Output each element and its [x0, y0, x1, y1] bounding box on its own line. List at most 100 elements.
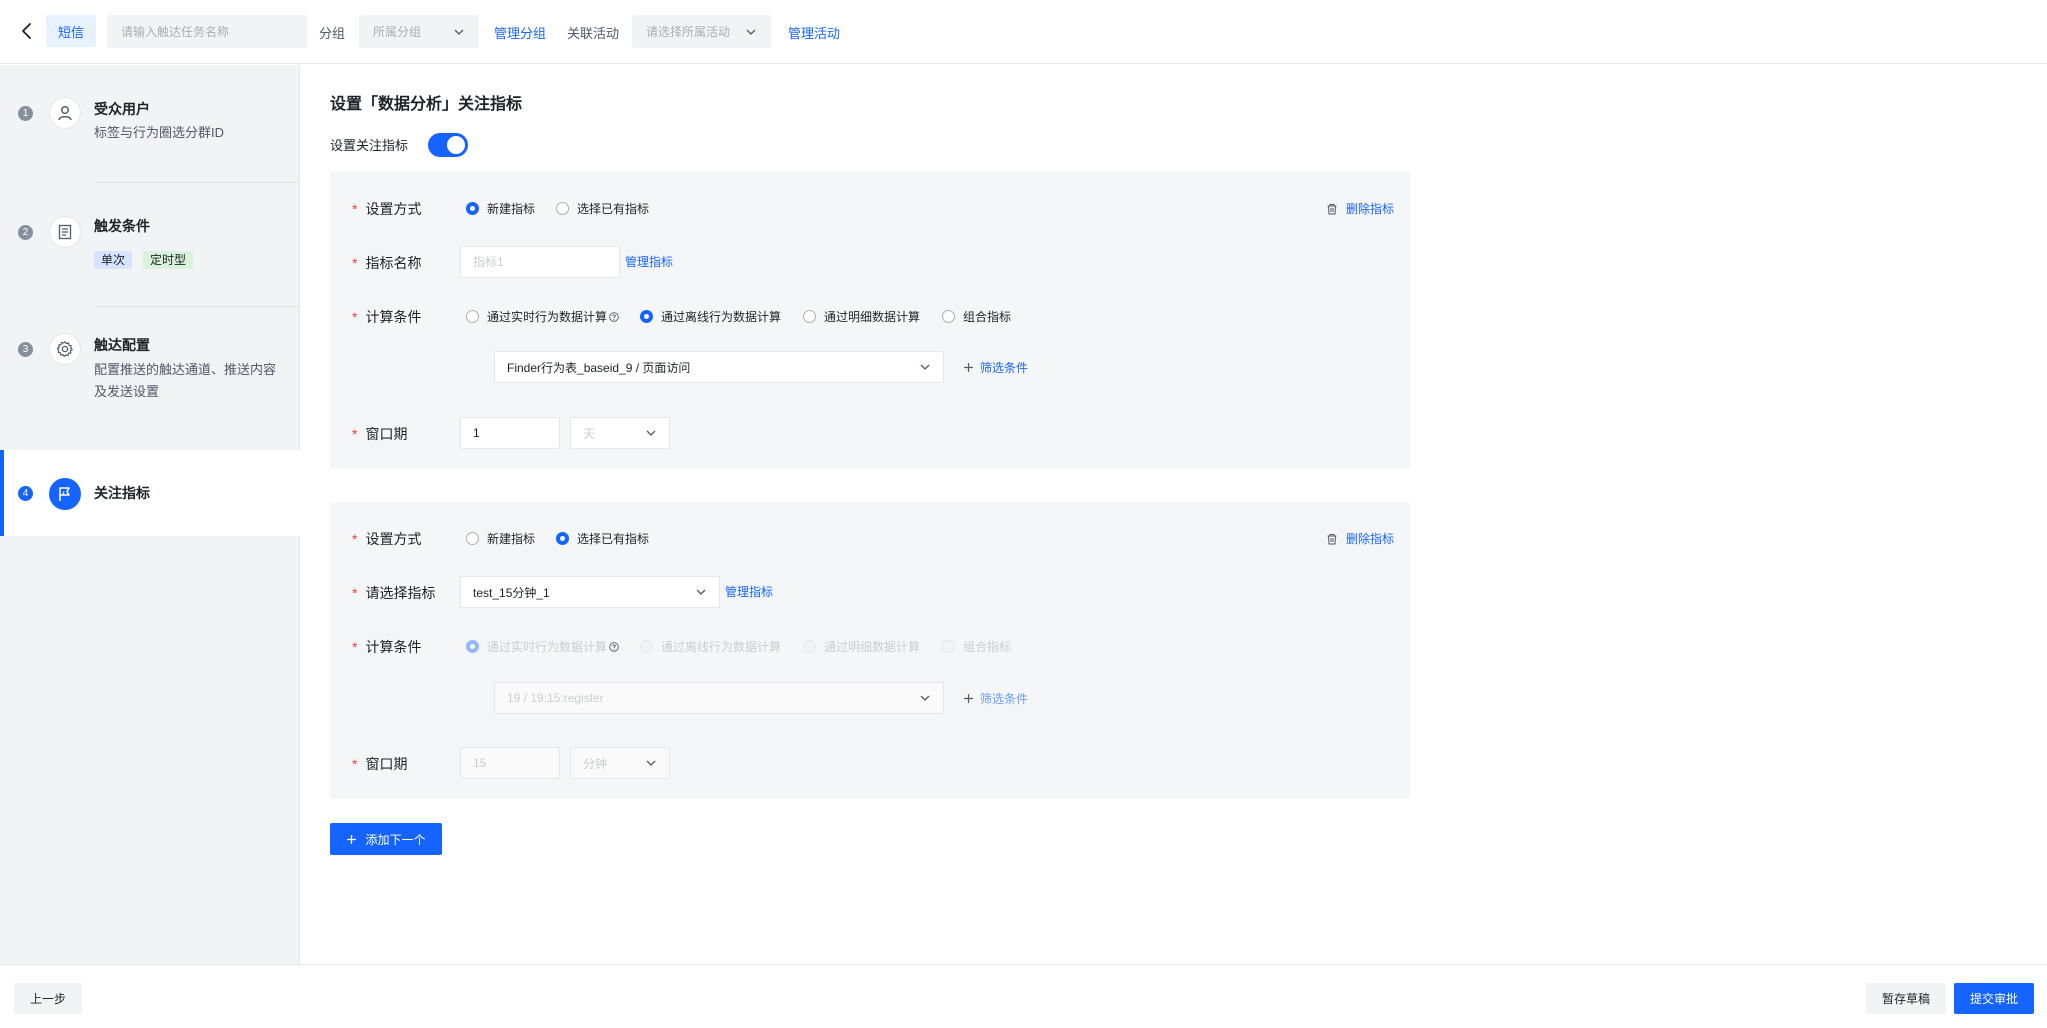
user-icon: [49, 97, 81, 129]
back-arrow-icon[interactable]: [16, 20, 38, 42]
existing-metric-select[interactable]: test_15分钟_1: [460, 576, 720, 608]
window-value: 15: [473, 756, 487, 770]
radio-new-metric[interactable]: 新建指标: [466, 200, 535, 217]
step-desc: 配置推送的触达通道、推送内容及发送设置: [94, 362, 277, 399]
toggle-label: 设置关注指标: [330, 138, 409, 153]
top-bar: 短信 分组 所属分组 管理分组 关联活动 请选择所属活动 管理活动: [0, 0, 2047, 64]
window-unit-select: 分钟: [570, 747, 670, 779]
radio-calc-detail[interactable]: 通过明细数据计算: [803, 308, 920, 325]
channel-tag[interactable]: 短信: [46, 15, 96, 47]
step-title: 受众用户: [94, 101, 150, 117]
step-divider: [94, 306, 300, 307]
flag-icon: [49, 478, 81, 510]
chevron-down-icon: [920, 364, 930, 370]
metric-card-2: * 设置方式 新建指标 选择已有指标 删除指标 * 请选择指标 test_15分钟_…: [330, 502, 1410, 799]
add-filter-button[interactable]: 筛选条件: [963, 690, 1028, 707]
event-source-select: 19 / 19:15:register: [494, 682, 944, 714]
help-icon: [609, 311, 619, 322]
window-unit-value: 分钟: [583, 756, 608, 771]
plus-icon: [347, 834, 357, 844]
chevron-down-icon: [920, 695, 930, 701]
step-desc: 标签与行为圈选分群ID: [94, 125, 225, 140]
metric-name-field[interactable]: [460, 246, 620, 278]
delete-metric-button[interactable]: 删除指标: [1326, 530, 1394, 547]
window-label: * 窗口期: [352, 756, 408, 772]
chevron-down-icon: [696, 589, 706, 595]
page-title: 设置「数据分析」关注指标: [330, 96, 523, 113]
window-value-input[interactable]: 1: [460, 417, 560, 449]
trash-icon: [1327, 533, 1337, 544]
group-select[interactable]: 所属分组: [359, 15, 479, 48]
activity-select[interactable]: 请选择所属活动: [632, 15, 771, 48]
radio-existing-metric[interactable]: 选择已有指标: [556, 200, 649, 217]
window-value-input: 15: [460, 747, 560, 779]
step-title: 触发条件: [94, 218, 150, 234]
gear-icon: [49, 333, 81, 365]
submit-approval-button[interactable]: 提交审批: [1954, 983, 2034, 1014]
chevron-down-icon: [454, 29, 464, 35]
document-icon: [49, 216, 81, 248]
plus-icon: [964, 363, 973, 372]
step-trigger[interactable]: 2 触发条件 单次 定时型: [0, 202, 300, 302]
method-label: * 设置方式: [352, 201, 422, 217]
step-title: 触达配置: [94, 337, 150, 353]
step-audience[interactable]: 1 受众用户 标签与行为圈选分群ID: [0, 90, 300, 185]
radio-existing-metric[interactable]: 选择已有指标: [556, 530, 649, 547]
event-source-value: Finder行为表_baseid_9 / 页面访问: [507, 360, 691, 375]
radio-calc-detail: 通过明细数据计算: [803, 638, 920, 655]
radio-calc-realtime[interactable]: 通过实时行为数据计算: [466, 308, 619, 325]
group-select-value: 所属分组: [373, 25, 422, 39]
prev-step-button[interactable]: 上一步: [14, 983, 82, 1014]
save-draft-button[interactable]: 暂存草稿: [1866, 983, 1946, 1014]
event-source-value: 19 / 19:15:register: [507, 691, 604, 705]
metric-name-label: * 指标名称: [352, 255, 422, 271]
step-title: 关注指标: [94, 485, 150, 501]
step-divider: [94, 182, 300, 183]
radio-calc-offline[interactable]: 通过离线行为数据计算: [640, 308, 781, 325]
calc-label: * 计算条件: [352, 309, 422, 325]
manage-activity-link[interactable]: 管理活动: [788, 23, 840, 42]
footer-bar: 上一步 暂存草稿 提交审批: [0, 964, 2047, 1028]
manage-metric-link[interactable]: 管理指标: [625, 253, 673, 270]
event-source-select[interactable]: Finder行为表_baseid_9 / 页面访问: [494, 351, 944, 383]
radio-calc-offline: 通过离线行为数据计算: [640, 638, 781, 655]
step-number: 2: [18, 225, 33, 240]
method-label: * 设置方式: [352, 531, 422, 547]
metric-card-1: *设置方式 新建指标 选择已有指标 删除指标 *指标名称 管理指标 *计算条件 …: [330, 171, 1410, 469]
radio-calc-composite: 组合指标: [942, 638, 1011, 655]
step-number: 3: [18, 342, 33, 357]
group-label: 分组: [319, 26, 346, 41]
manage-group-link[interactable]: 管理分组: [494, 23, 546, 42]
badge-scheduled: 定时型: [143, 251, 194, 269]
help-icon: [609, 641, 619, 652]
plus-icon: [964, 694, 973, 703]
delete-metric-button[interactable]: 删除指标: [1326, 200, 1394, 217]
radio-calc-composite[interactable]: 组合指标: [942, 308, 1011, 325]
trash-icon: [1327, 203, 1337, 214]
metric-name-input[interactable]: [473, 255, 607, 269]
step-number: 1: [18, 106, 33, 121]
manage-metric-link[interactable]: 管理指标: [725, 583, 773, 600]
chevron-down-icon: [746, 29, 756, 35]
window-value: 1: [473, 426, 480, 440]
chevron-down-icon: [646, 760, 656, 766]
focus-metric-toggle[interactable]: [428, 133, 468, 157]
existing-metric-value: test_15分钟_1: [473, 585, 550, 600]
window-unit-value: 天: [583, 426, 596, 441]
step-focus-metrics[interactable]: 4 关注指标: [0, 450, 300, 536]
task-name-input[interactable]: [107, 15, 307, 48]
calc-label: * 计算条件: [352, 639, 422, 655]
step-delivery-config[interactable]: 3 触达配置 配置推送的触达通道、推送内容及发送设置: [0, 327, 300, 427]
window-unit-select[interactable]: 天: [570, 417, 670, 449]
add-filter-button[interactable]: 筛选条件: [963, 359, 1028, 376]
add-next-metric-button[interactable]: 添加下一个: [330, 823, 442, 855]
badge-once: 单次: [94, 251, 133, 269]
radio-new-metric[interactable]: 新建指标: [466, 530, 535, 547]
chevron-down-icon: [646, 430, 656, 436]
steps-sidebar: 1 受众用户 标签与行为圈选分群ID 2 触发条件 单次 定时型 3 触达配置 …: [0, 65, 300, 964]
activity-select-value: 请选择所属活动: [646, 25, 731, 39]
radio-calc-realtime: 通过实时行为数据计算: [466, 638, 619, 655]
select-metric-label: * 请选择指标: [352, 585, 436, 601]
activity-label: 关联活动: [567, 26, 620, 41]
step-number: 4: [18, 486, 33, 501]
